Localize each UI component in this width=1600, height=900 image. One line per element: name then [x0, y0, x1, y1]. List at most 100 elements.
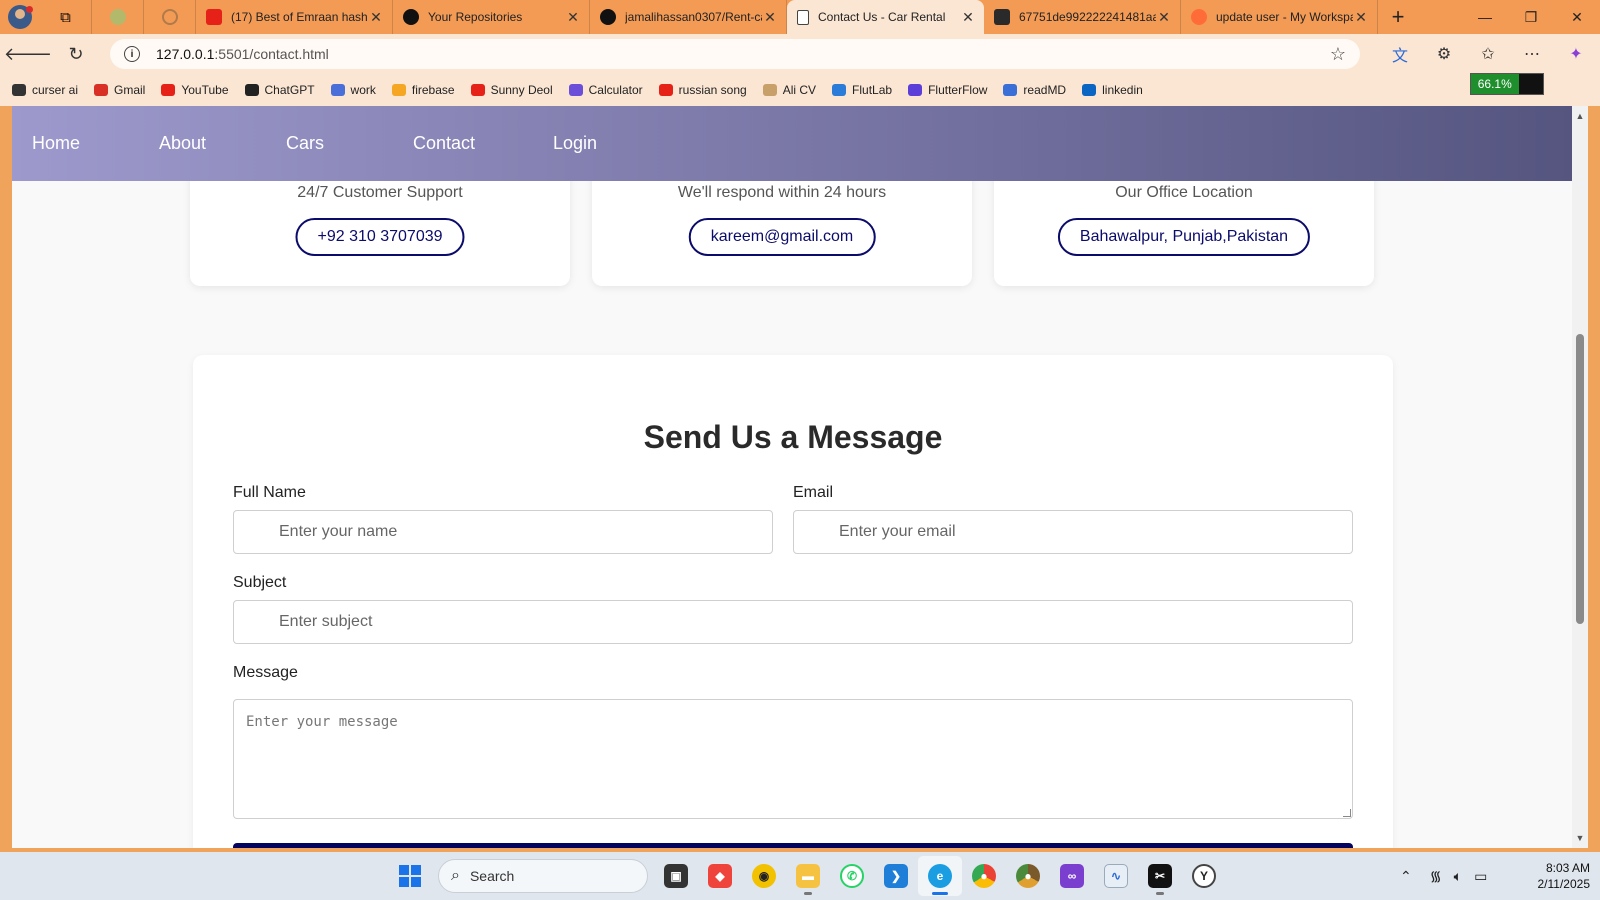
battery-indicator: 66.1%: [1470, 73, 1544, 95]
linkedin-icon: [1082, 84, 1097, 96]
edge-button[interactable]: e: [918, 856, 962, 896]
battery-icon[interactable]: ▭: [1474, 868, 1487, 885]
nav-login[interactable]: Login: [553, 133, 680, 154]
bookmark-item[interactable]: russian song: [658, 83, 747, 97]
workspaces-icon: ⧉: [60, 8, 71, 26]
browser-tab[interactable]: Your Repositories ✕: [393, 0, 590, 34]
capcut-button[interactable]: ✂: [1138, 856, 1182, 896]
volume-icon[interactable]: 🔈︎: [1454, 868, 1462, 885]
reload-button[interactable]: ↻: [56, 38, 96, 70]
whatsapp-button[interactable]: ✆: [830, 856, 874, 896]
messenger-button[interactable]: ◉: [742, 856, 786, 896]
bookmarks-bar: curser ai Gmail YouTube ChatGPT work firebase…: [0, 74, 1600, 106]
perf-monitor-button[interactable]: ∿: [1094, 856, 1138, 896]
bookmark-item[interactable]: curser ai: [12, 83, 78, 97]
bookmark-item[interactable]: Ali CV: [762, 83, 816, 97]
pinned-tab-2[interactable]: [144, 0, 196, 34]
scrollbar-thumb[interactable]: [1576, 334, 1584, 624]
page-scrollbar[interactable]: ▲ ▼: [1572, 106, 1588, 848]
submit-button[interactable]: [233, 843, 1353, 848]
bookmark-label: Sunny Deol: [490, 83, 553, 97]
message-textarea[interactable]: Enter your message: [233, 699, 1353, 819]
bookmark-item[interactable]: linkedin: [1082, 83, 1143, 97]
phone-link[interactable]: +92 310 3707039: [295, 218, 465, 256]
full-name-input[interactable]: Enter your name: [233, 510, 773, 554]
vscode-button[interactable]: ❯: [874, 856, 918, 896]
bookmark-item[interactable]: readMD: [1003, 83, 1066, 97]
close-tab-icon[interactable]: ✕: [762, 9, 778, 26]
close-window-button[interactable]: ✕: [1554, 0, 1600, 34]
start-button[interactable]: [388, 856, 432, 896]
email-input[interactable]: Enter your email: [793, 510, 1353, 554]
taskbar-clock[interactable]: 8:03 AM 2/11/2025: [1520, 860, 1591, 892]
location-link[interactable]: Bahawalpur, Punjab,Pakistan: [1057, 218, 1311, 256]
address-bar[interactable]: i 127.0.0.1:5501/contact.html ☆: [110, 39, 1360, 69]
profile-avatar[interactable]: [0, 0, 40, 34]
more-menu-icon[interactable]: ⋯: [1510, 42, 1554, 66]
pinned-tab-1[interactable]: [92, 0, 144, 34]
youtube-icon: [658, 84, 673, 96]
whatsapp-icon: ✆: [840, 864, 864, 888]
bookmark-item[interactable]: ChatGPT: [244, 83, 315, 97]
translate-icon[interactable]: 文: [1378, 42, 1422, 66]
wifi-icon[interactable]: ᯾: [1430, 867, 1442, 886]
url-path: :5501/contact.html: [214, 46, 329, 62]
browser-tab[interactable]: Contact Us - Car Rental ✕: [787, 0, 984, 34]
textarea-resize-handle[interactable]: [1343, 809, 1351, 817]
clock-app-button[interactable]: Y: [1182, 856, 1226, 896]
bookmark-item[interactable]: FlutterFlow: [908, 83, 987, 97]
browser-tab[interactable]: jamalihassan0307/Rent-car ✕: [590, 0, 787, 34]
browser-tab[interactable]: (17) Best of Emraan hashmi ✕: [196, 0, 393, 34]
close-tab-icon[interactable]: ✕: [368, 9, 384, 26]
chrome-dev-button[interactable]: ●: [1006, 856, 1050, 896]
email-link[interactable]: kareem@gmail.com: [688, 218, 876, 256]
bookmark-item[interactable]: firebase: [391, 83, 455, 97]
close-tab-icon[interactable]: ✕: [1156, 9, 1172, 26]
scroll-up-arrow-icon[interactable]: ▲: [1572, 108, 1588, 124]
flutlab-icon: [832, 84, 847, 96]
anydesk-button[interactable]: ◆: [698, 856, 742, 896]
bookmark-item[interactable]: FlutLab: [832, 83, 892, 97]
bookmark-item[interactable]: work: [330, 83, 376, 97]
maximize-button[interactable]: ❐: [1508, 0, 1554, 34]
browser-tab[interactable]: 67751de992222241481aa ✕: [984, 0, 1181, 34]
new-tab-button[interactable]: +: [1378, 0, 1418, 34]
bookmark-label: readMD: [1023, 83, 1067, 97]
email-label: Email: [793, 484, 834, 501]
search-icon: ⌕: [451, 867, 460, 884]
nav-cars[interactable]: Cars: [286, 133, 413, 154]
bookmark-item[interactable]: Sunny Deol: [470, 83, 553, 97]
favorites-icon[interactable]: ✩: [1466, 42, 1510, 66]
url-host: 127.0.0.1: [156, 46, 215, 62]
page-icon: [797, 9, 809, 25]
browser-tab[interactable]: update user - My Workspace✕: [1181, 0, 1378, 34]
bookmark-item[interactable]: Calculator: [568, 83, 643, 97]
minimize-button[interactable]: —: [1462, 0, 1508, 34]
close-tab-icon[interactable]: ✕: [565, 9, 581, 26]
taskbar-search[interactable]: ⌕ Search: [438, 859, 648, 893]
bookmark-item[interactable]: Gmail: [94, 83, 145, 97]
visual-studio-button[interactable]: ∞: [1050, 856, 1094, 896]
favorite-star-icon[interactable]: ☆: [1330, 44, 1346, 65]
extensions-icon[interactable]: ⚙: [1422, 42, 1466, 66]
nav-about[interactable]: About: [159, 133, 286, 154]
task-view-button[interactable]: ▣: [654, 856, 698, 896]
copilot-icon[interactable]: ✦: [1554, 42, 1598, 66]
nav-home[interactable]: Home: [32, 133, 159, 154]
edge-icon: e: [928, 864, 952, 888]
close-tab-icon[interactable]: ✕: [1353, 9, 1369, 26]
anydesk-icon: ◆: [708, 864, 732, 888]
subject-input[interactable]: Enter subject: [233, 600, 1353, 644]
workspaces-button[interactable]: ⧉: [40, 0, 92, 34]
bookmark-item[interactable]: YouTube: [161, 83, 229, 97]
chrome-button[interactable]: ●: [962, 856, 1006, 896]
scroll-down-arrow-icon[interactable]: ▼: [1572, 830, 1588, 846]
clock-time: 8:03 AM: [1545, 861, 1590, 875]
site-info-icon[interactable]: i: [124, 46, 140, 62]
chevron-up-icon[interactable]: ⌃: [1400, 868, 1412, 885]
github-icon: [403, 9, 419, 25]
back-button[interactable]: 🡐: [4, 38, 52, 70]
nav-contact[interactable]: Contact: [413, 133, 553, 154]
file-explorer-button[interactable]: ▬: [786, 856, 830, 896]
close-tab-icon[interactable]: ✕: [960, 9, 976, 26]
